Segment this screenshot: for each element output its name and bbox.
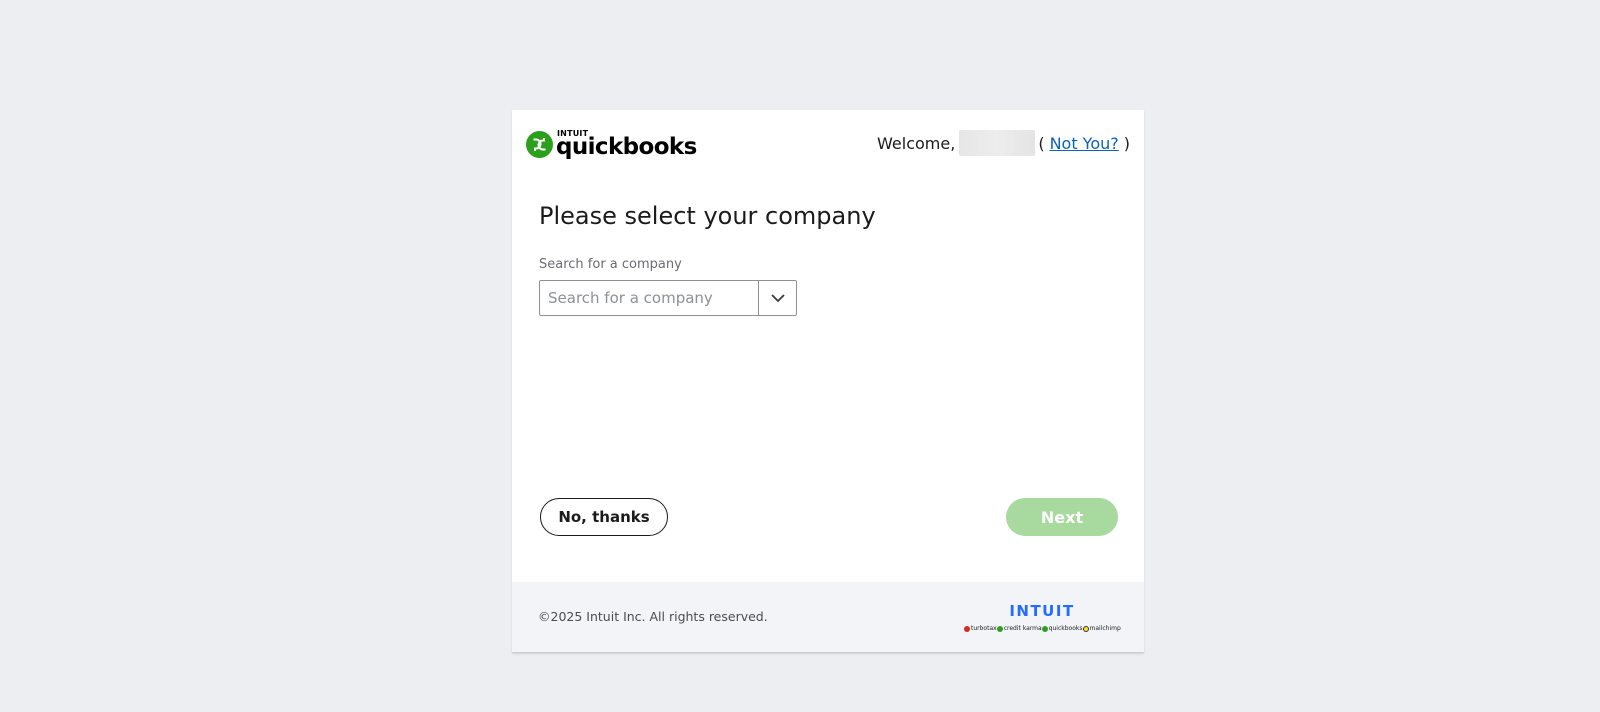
chevron-down-icon [770, 293, 785, 302]
company-search-input[interactable] [540, 281, 758, 315]
dropdown-toggle-button[interactable] [758, 281, 796, 315]
page-title: Please select your company [539, 202, 876, 230]
copyright-text: ©2025 Intuit Inc. All rights reserved. [538, 609, 768, 624]
product-family-row: turbotax credit karma quickbooks mailchi… [964, 625, 1121, 632]
credit-karma-brand: credit karma [996, 625, 1042, 632]
company-select-card: INTUIT quickbooks Welcome, ( Not You? ) … [512, 110, 1144, 653]
welcome-text: Welcome, [877, 133, 956, 153]
footer: ©2025 Intuit Inc. All rights reserved. I… [512, 582, 1144, 653]
mailchimp-icon [1082, 625, 1089, 632]
open-paren: ( [1038, 133, 1045, 153]
intuit-wordmark: INTUIT [1009, 602, 1075, 620]
intuit-brand-logo: INTUIT turbotax credit karma quickbooks … [964, 602, 1121, 632]
quickbooks-small-icon [1041, 625, 1048, 632]
turbotax-brand: turbotax [964, 625, 997, 632]
quickbooks-logo: INTUIT quickbooks [526, 129, 697, 160]
close-paren: ) [1123, 133, 1130, 153]
quickbooks-logo-icon [526, 130, 553, 158]
redacted-username [959, 130, 1036, 156]
quickbooks-brand: quickbooks [1041, 625, 1083, 632]
logo-quickbooks-text: quickbooks [556, 134, 697, 160]
credit-karma-icon [996, 625, 1003, 632]
no-thanks-button[interactable]: No, thanks [540, 498, 668, 536]
header: INTUIT quickbooks Welcome, ( Not You? ) [512, 110, 1144, 178]
not-you-link[interactable]: Not You? [1050, 134, 1119, 153]
next-button[interactable]: Next [1006, 498, 1118, 536]
company-search-combobox[interactable] [539, 280, 797, 316]
mailchimp-brand: mailchimp [1082, 625, 1121, 632]
welcome-message: Welcome, ( Not You? ) [877, 130, 1130, 156]
search-label: Search for a company [539, 257, 682, 272]
turbotax-icon [964, 625, 970, 632]
